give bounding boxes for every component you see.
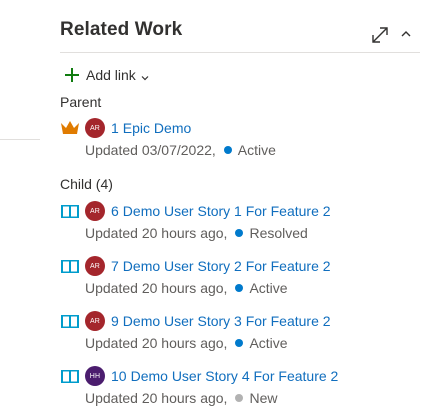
state-label: Resolved xyxy=(249,225,308,241)
work-item-link[interactable]: 7 Demo User Story 2 For Feature 2 xyxy=(111,258,331,274)
add-link-button[interactable]: Add link xyxy=(60,65,150,85)
related-work-panel: Related Work Add link Parent AR 1 Epic D… xyxy=(60,0,420,406)
plus-icon xyxy=(64,67,80,83)
state-dot xyxy=(235,229,244,237)
book-icon xyxy=(60,203,80,219)
avatar[interactable]: AR xyxy=(85,311,105,331)
state-dot xyxy=(223,146,232,154)
state-label: Active xyxy=(249,335,288,351)
avatar[interactable]: HH xyxy=(85,366,105,386)
avatar[interactable]: AR xyxy=(85,118,105,138)
state-dot xyxy=(235,394,244,402)
panel-header: Related Work xyxy=(60,0,420,53)
group-label-child: Child (4) xyxy=(60,176,113,192)
state-label: Active xyxy=(237,142,276,158)
page: Related Work Add link Parent AR 1 Epic D… xyxy=(0,0,441,416)
work-item-row: AR 1 Epic Demo Updated 03/07/2022, Active xyxy=(60,117,420,160)
state-dot xyxy=(235,284,244,292)
updated-text: Updated 20 hours ago, xyxy=(85,390,228,406)
updated-text: Updated 20 hours ago, xyxy=(85,335,228,351)
work-item-link[interactable]: 6 Demo User Story 1 For Feature 2 xyxy=(111,203,331,219)
work-item-row: AR 9 Demo User Story 3 For Feature 2 Upda… xyxy=(60,310,420,353)
state-label: Active xyxy=(249,280,288,296)
updated-text: Updated 20 hours ago, xyxy=(85,280,228,296)
avatar[interactable]: AR xyxy=(85,201,105,221)
chevron-up-icon[interactable] xyxy=(399,27,413,41)
updated-text: Updated 20 hours ago, xyxy=(85,225,228,241)
add-link-label: Add link xyxy=(86,67,136,83)
group-label-parent: Parent xyxy=(60,94,102,110)
book-icon xyxy=(60,258,80,274)
left-pane-divider xyxy=(0,139,40,140)
work-item-row: HH 10 Demo User Story 4 For Feature 2 Upd… xyxy=(60,365,420,408)
state-dot xyxy=(235,339,244,347)
work-item-link[interactable]: 9 Demo User Story 3 For Feature 2 xyxy=(111,313,331,329)
work-item-link[interactable]: 1 Epic Demo xyxy=(111,120,191,136)
avatar[interactable]: AR xyxy=(85,256,105,276)
chevron-down-icon xyxy=(140,70,150,81)
updated-text: Updated 03/07/2022, xyxy=(85,142,216,158)
work-item-row: AR 7 Demo User Story 2 For Feature 2 Upda… xyxy=(60,255,420,298)
book-icon xyxy=(60,313,80,329)
crown-icon xyxy=(60,120,80,136)
work-item-row: AR 6 Demo User Story 1 For Feature 2 Upda… xyxy=(60,200,420,243)
work-item-link[interactable]: 10 Demo User Story 4 For Feature 2 xyxy=(111,368,338,384)
expand-icon[interactable] xyxy=(370,25,390,45)
panel-title: Related Work xyxy=(60,19,183,40)
book-icon xyxy=(60,368,80,384)
state-label: New xyxy=(249,390,278,406)
